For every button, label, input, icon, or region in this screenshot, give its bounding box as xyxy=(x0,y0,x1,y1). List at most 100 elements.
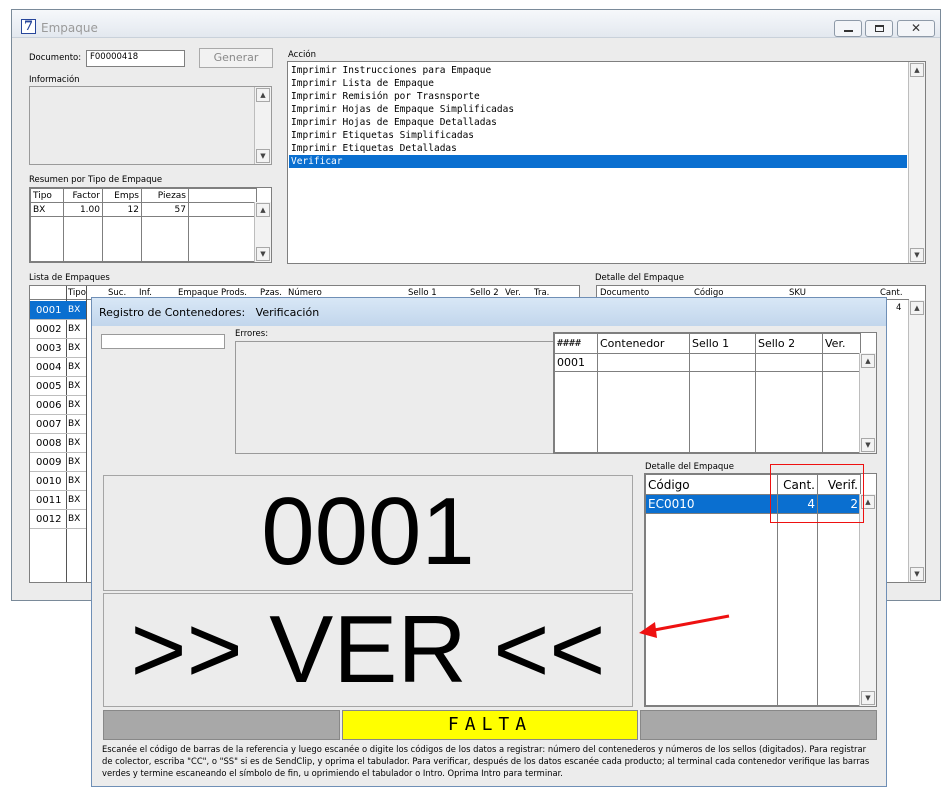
close-button[interactable]: ✕ xyxy=(897,20,935,37)
scroll-up-icon[interactable]: ▲ xyxy=(861,354,875,368)
close-icon: ✕ xyxy=(910,21,922,35)
lista-header-cell: Tipo xyxy=(68,288,86,298)
table-row[interactable]: 0004 BX xyxy=(30,358,86,377)
minimize-icon xyxy=(844,30,853,32)
accion-items: Imprimir Instrucciones para Empaque Impri… xyxy=(289,64,907,168)
accion-item[interactable]: Imprimir Hojas de Empaque Simplificadas xyxy=(289,103,907,116)
status-bar-right xyxy=(640,710,877,740)
generar-label: Generar xyxy=(213,51,259,64)
dialog-detalle-label: Detalle del Empaque xyxy=(645,462,734,472)
table-row[interactable]: 0007 BX xyxy=(30,415,86,434)
maximize-icon xyxy=(875,25,884,32)
cont-header-cell: Ver. xyxy=(822,333,861,354)
cont-header-cell: Sello 1 xyxy=(689,333,756,354)
maximize-button[interactable] xyxy=(865,20,893,37)
cont-cell xyxy=(822,353,861,372)
row-tipo: BX xyxy=(68,419,81,429)
resumen-header-cell: Piezas xyxy=(141,188,189,203)
documento-field[interactable]: F00000418 xyxy=(86,50,185,67)
accion-item[interactable]: Imprimir Instrucciones para Empaque xyxy=(289,64,907,77)
window-title: Empaque xyxy=(41,21,98,35)
row-number: 0002 xyxy=(36,324,62,335)
accion-item[interactable]: Imprimir Hojas de Empaque Detalladas xyxy=(289,116,907,129)
scroll-up-icon[interactable]: ▲ xyxy=(910,63,924,77)
informacion-scrollbar[interactable]: ▲ ▼ xyxy=(254,87,271,164)
table-row[interactable]: 0005 BX xyxy=(30,377,86,396)
status-panel: >> VER << xyxy=(103,593,633,707)
resumen-header-cell: Emps xyxy=(102,188,142,203)
lista-label: Lista de Empaques xyxy=(29,273,110,283)
resumen-table[interactable]: Tipo Factor Emps Piezas BX 1.00 12 57 ▲ … xyxy=(29,187,272,263)
scroll-up-icon[interactable]: ▲ xyxy=(256,203,270,217)
row-number: 0012 xyxy=(36,514,62,525)
detalle-scrollbar[interactable]: ▲ ▼ xyxy=(908,300,925,582)
resumen-cell: 1.00 xyxy=(63,202,103,217)
table-row[interactable]: 0011 BX xyxy=(30,491,86,510)
accion-scrollbar[interactable]: ▲ ▼ xyxy=(908,62,925,263)
row-tipo: BX xyxy=(68,381,81,391)
detalle-label: Detalle del Empaque xyxy=(595,273,684,283)
row-number: 0003 xyxy=(36,343,62,354)
minimize-button[interactable] xyxy=(834,20,862,37)
row-tipo: BX xyxy=(68,495,81,505)
scroll-down-icon[interactable]: ▼ xyxy=(910,567,924,581)
cont-cell xyxy=(755,353,823,372)
row-number: 0007 xyxy=(36,419,62,430)
contenedores-table[interactable]: #### Contenedor Sello 1 Sello 2 Ver. 000… xyxy=(553,332,877,454)
dialog-detalle-scrollbar[interactable]: ▲ ▼ xyxy=(859,494,876,706)
documento-label: Documento: xyxy=(29,53,82,63)
scan-input[interactable] xyxy=(101,334,225,349)
generar-button[interactable]: Generar xyxy=(199,48,273,68)
row-tipo: BX xyxy=(68,438,81,448)
accion-list[interactable]: Imprimir Instrucciones para Empaque Impri… xyxy=(287,61,926,264)
accion-item[interactable]: Imprimir Lista de Empaque xyxy=(289,77,907,90)
scroll-down-icon[interactable]: ▼ xyxy=(861,691,875,705)
scroll-up-icon[interactable]: ▲ xyxy=(910,301,924,315)
cont-header-cell: Contenedor xyxy=(597,333,690,354)
row-number: 0001 xyxy=(36,305,62,316)
resumen-header-cell xyxy=(188,188,257,203)
scroll-down-icon[interactable]: ▼ xyxy=(256,247,270,261)
resumen-cell: BX xyxy=(30,202,64,217)
scroll-down-icon[interactable]: ▼ xyxy=(861,438,875,452)
informacion-box[interactable]: ▲ ▼ xyxy=(29,86,272,165)
highlight-box xyxy=(770,464,864,523)
table-row[interactable]: 0002 BX xyxy=(30,320,86,339)
row-number: 0011 xyxy=(36,495,62,506)
accion-item[interactable]: Imprimir Etiquetas Simplificadas xyxy=(289,129,907,142)
verification-dialog: Registro de Contenedores: Verificación E… xyxy=(91,297,887,787)
row-tipo: BX xyxy=(68,457,81,467)
cont-header-cell: #### xyxy=(554,333,598,354)
row-tipo: BX xyxy=(68,400,81,410)
row-number: 0005 xyxy=(36,381,62,392)
resumen-scrollbar[interactable]: ▲ ▼ xyxy=(254,202,271,262)
accion-item[interactable]: Imprimir Etiquetas Detalladas xyxy=(289,142,907,155)
row-tipo: BX xyxy=(68,476,81,486)
table-row[interactable]: 0008 BX xyxy=(30,434,86,453)
table-row[interactable]: 0010 BX xyxy=(30,472,86,491)
table-row[interactable]: 0003 BX xyxy=(30,339,86,358)
falta-text: FALTA xyxy=(447,714,533,735)
scroll-up-icon[interactable]: ▲ xyxy=(256,88,270,102)
table-row[interactable]: 0012 BX xyxy=(30,510,86,529)
errores-label: Errores: xyxy=(235,329,269,339)
accion-item[interactable]: Verificar xyxy=(289,155,907,168)
table-row[interactable]: 0009 BX xyxy=(30,453,86,472)
table-row[interactable]: 0001 BX xyxy=(30,301,86,320)
accion-label: Acción xyxy=(288,50,316,60)
contenedores-scrollbar[interactable]: ▲ ▼ xyxy=(859,353,876,453)
dialog-detalle-header-cell: Código xyxy=(645,474,778,495)
status-text: >> VER << xyxy=(130,596,606,703)
row-tipo: BX xyxy=(68,343,81,353)
accion-item[interactable]: Imprimir Remisión por Trasnsporte xyxy=(289,90,907,103)
scroll-down-icon[interactable]: ▼ xyxy=(256,149,270,163)
cont-cell xyxy=(597,353,690,372)
dialog-title: Registro de Contenedores: Verificación xyxy=(99,306,320,319)
row-tipo: BX xyxy=(68,324,81,334)
scroll-down-icon[interactable]: ▼ xyxy=(910,248,924,262)
row-number: 0004 xyxy=(36,362,62,373)
falta-bar: FALTA xyxy=(342,710,638,740)
status-bar-left xyxy=(103,710,340,740)
table-row[interactable]: 0006 BX xyxy=(30,396,86,415)
row-number: 0006 xyxy=(36,400,62,411)
